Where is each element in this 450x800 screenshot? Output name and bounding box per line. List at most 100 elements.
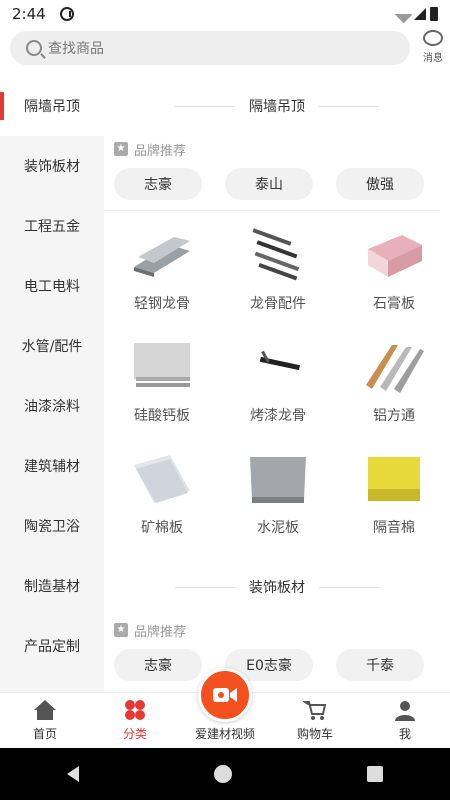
sidebar-item-hardware[interactable]: 工程五金	[0, 196, 104, 256]
brand-chip[interactable]: 志豪	[114, 168, 202, 200]
video-button[interactable]	[198, 668, 252, 722]
user-icon	[395, 701, 415, 721]
brand-chip[interactable]: 志豪	[114, 649, 202, 681]
section-title: 隔墙吊顶	[104, 76, 450, 136]
sidebar-item-base-materials[interactable]: 制造基材	[0, 556, 104, 616]
sidebar-item-ceramics[interactable]: 陶瓷卫浴	[0, 496, 104, 556]
home-circle-icon[interactable]	[213, 765, 232, 783]
sidebar-item-label: 建筑辅材	[24, 459, 80, 475]
sidebar-item-ceiling-partition[interactable]: 隔墙吊顶	[0, 76, 104, 136]
search-icon	[26, 40, 42, 56]
divider	[175, 105, 235, 107]
product-item[interactable]: 水泥板	[220, 445, 336, 557]
category-sidebar: 隔墙吊顶 装饰板材 工程五金 电工电料 水管/配件 油漆涂料 建筑辅材 陶瓷卫浴…	[0, 76, 104, 692]
keel-accessory-image	[252, 228, 300, 281]
painted-keel-image	[259, 350, 300, 371]
tab-label: 分类	[122, 727, 147, 741]
sidebar-item-building-aux[interactable]: 建筑辅材	[0, 436, 104, 496]
sidebar-item-custom[interactable]: 产品定制	[0, 616, 104, 676]
brand-chip[interactable]: 千泰	[336, 649, 424, 681]
sidebar-item-label: 产品定制	[24, 639, 80, 655]
sidebar-item-pipes[interactable]: 水管/配件	[0, 316, 104, 376]
video-camera-icon	[213, 688, 237, 702]
recents-icon[interactable]	[366, 766, 383, 782]
brand-list: 志豪 泰山 傲强	[104, 162, 440, 211]
product-label: 隔音棉	[373, 520, 415, 536]
product-item[interactable]: 隔音棉	[336, 445, 450, 557]
mineral-wool-board-image	[134, 455, 190, 503]
product-item[interactable]: 龙骨配件	[220, 221, 336, 333]
chat-bubble-icon	[423, 27, 443, 46]
product-label: 铝方通	[373, 408, 415, 424]
divider	[175, 586, 235, 588]
wifi-icon	[393, 4, 413, 24]
soundproof-cotton-image	[368, 457, 420, 501]
product-item[interactable]: 石膏板	[336, 221, 450, 333]
product-label: 烤漆龙骨	[250, 408, 306, 424]
sidebar-item-decorative-panels[interactable]: 装饰板材	[0, 136, 104, 196]
tab-cart[interactable]: 购物车	[270, 693, 360, 748]
category-content: 隔墙吊顶 ★ 品牌推荐 志豪 泰山 傲强 轻钢龙骨 龙骨配件 石膏板 硅酸钙板 …	[104, 76, 450, 692]
sidebar-item-label: 电工电料	[24, 279, 80, 295]
search-input[interactable]: 查找商品	[10, 31, 410, 65]
brand-list: 志豪 E0志豪 千泰	[104, 643, 440, 691]
cement-board-image	[250, 457, 306, 503]
sidebar-item-electrical[interactable]: 电工电料	[0, 256, 104, 316]
section-title-text: 隔墙吊顶	[249, 99, 305, 115]
sidebar-item-label: 陶瓷卫浴	[24, 519, 80, 535]
product-grid: 轻钢龙骨 龙骨配件 石膏板 硅酸钙板 烤漆龙骨 铝方通 矿棉板 水泥板 隔音棉	[104, 211, 450, 557]
brand-header: ★ 品牌推荐	[104, 617, 450, 643]
section-title: 装饰板材	[104, 557, 450, 617]
calcium-silicate-board-image	[134, 343, 190, 387]
star-icon: ★	[114, 142, 128, 156]
sidebar-item-label: 工程五金	[24, 219, 80, 235]
sidebar-item-label: 制造基材	[24, 579, 80, 595]
product-item[interactable]: 烤漆龙骨	[220, 333, 336, 445]
product-item[interactable]: 矿棉板	[104, 445, 220, 557]
tab-home[interactable]: 首页	[0, 693, 90, 748]
sidebar-item-label: 隔墙吊顶	[24, 99, 80, 115]
sidebar-item-label: 水管/配件	[21, 339, 83, 355]
tab-me[interactable]: 我	[360, 693, 450, 748]
aluminum-tube-image	[366, 345, 424, 393]
star-icon: ★	[114, 623, 128, 637]
product-label: 硅酸钙板	[134, 408, 190, 424]
brand-header-text: 品牌推荐	[134, 143, 187, 159]
section-title-text: 装饰板材	[249, 580, 305, 596]
product-label: 矿棉板	[141, 520, 183, 536]
sidebar-item-paints[interactable]: 油漆涂料	[0, 376, 104, 436]
tab-category[interactable]: 分类	[90, 693, 180, 748]
battery-icon	[430, 7, 438, 21]
sidebar-item-label: 油漆涂料	[24, 399, 80, 415]
message-button[interactable]: 消息	[418, 27, 448, 64]
product-item[interactable]: 轻钢龙骨	[104, 221, 220, 333]
system-nav-bar	[0, 748, 450, 800]
status-bar: 2:44	[0, 0, 450, 28]
tab-label: 我	[398, 727, 411, 741]
signal-icon	[414, 8, 426, 20]
status-icons	[393, 4, 438, 24]
home-icon	[34, 700, 56, 720]
divider	[319, 586, 379, 588]
status-time: 2:44	[12, 5, 46, 23]
steel-keel-image	[134, 237, 190, 277]
search-placeholder: 查找商品	[48, 41, 104, 57]
tab-label: 首页	[32, 727, 57, 741]
product-item[interactable]: 硅酸钙板	[104, 333, 220, 445]
tab-label: 购物车	[296, 727, 333, 741]
gypsum-board-image	[368, 235, 422, 277]
brand-chip[interactable]: 泰山	[225, 168, 313, 200]
cart-icon	[303, 701, 327, 720]
message-label: 消息	[423, 53, 443, 64]
brand-header: ★ 品牌推荐	[104, 136, 450, 162]
product-label: 水泥板	[257, 520, 299, 536]
brand-header-text: 品牌推荐	[134, 624, 187, 640]
brand-chip[interactable]: 傲强	[336, 168, 424, 200]
notification-icon	[59, 7, 74, 21]
product-item[interactable]: 铝方通	[336, 333, 450, 445]
back-icon[interactable]	[67, 766, 80, 782]
sidebar-item-label: 装饰板材	[24, 159, 80, 175]
tab-label: 爱建材视频	[194, 727, 255, 741]
category-icon	[125, 700, 145, 720]
product-label: 石膏板	[373, 296, 415, 312]
